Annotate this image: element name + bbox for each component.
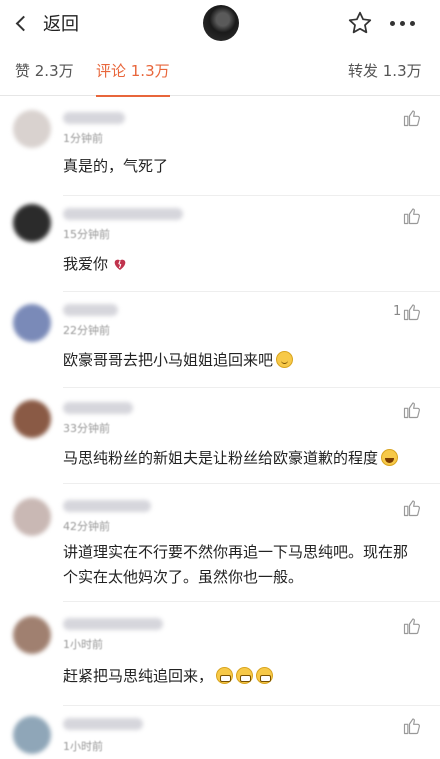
thumbs-up-icon[interactable] [402, 498, 422, 518]
comment-item: 1小时前 [0, 706, 440, 759]
username-blurred[interactable] [63, 208, 183, 220]
username-blurred[interactable] [63, 402, 133, 414]
username-blurred[interactable] [63, 500, 151, 512]
star-icon[interactable] [347, 10, 373, 36]
avatar[interactable] [13, 498, 51, 536]
avatar[interactable] [13, 616, 51, 654]
tab-likes[interactable]: 赞 2.3万 [15, 60, 74, 81]
thumbs-up-icon[interactable] [402, 616, 422, 636]
thumbs-up-icon[interactable] [402, 108, 422, 128]
comment-item: 1分钟前 真是的，气死了 [0, 100, 440, 196]
comment-text: 讲道理实在不行要不然你再追一下马思纯吧。现在那个实在太他妈次了。虽然你也一般。 [63, 543, 409, 586]
comment-item: 1小时前 赶紧把马思纯追回来， [0, 602, 440, 706]
comment-text: 欧豪哥哥去把小马姐姐追回来吧 [63, 348, 418, 373]
back-button[interactable]: 返回 [14, 8, 79, 38]
avatar[interactable] [13, 400, 51, 438]
thumbs-up-icon[interactable] [402, 206, 422, 226]
avatar[interactable] [13, 716, 51, 754]
comment-time: 33分钟前 [63, 422, 110, 435]
thumbs-up-icon[interactable] [402, 400, 422, 420]
more-options-icon[interactable] [390, 10, 415, 36]
comment-item: 42分钟前 讲道理实在不行要不然你再追一下马思纯吧。现在那个实在太他妈次了。虽然… [0, 484, 440, 602]
avatar[interactable] [13, 204, 51, 242]
username-blurred[interactable] [63, 718, 143, 730]
comment-time: 42分钟前 [63, 520, 110, 533]
comment-item: 33分钟前 马思纯粉丝的新姐夫是让粉丝给欧豪道歉的程度 [0, 388, 440, 484]
avatar[interactable] [13, 304, 51, 342]
avatar[interactable] [13, 110, 51, 148]
grin-icon [256, 667, 274, 684]
comment-text: 真是的，气死了 [63, 157, 169, 175]
username-blurred[interactable] [63, 618, 163, 630]
comment-time: 15分钟前 [63, 228, 110, 241]
broken-heart-icon [114, 259, 126, 270]
comment-text: 马思纯粉丝的新姐夫是让粉丝给欧豪道歉的程度 [63, 446, 418, 471]
chevron-left-icon [15, 15, 32, 31]
laugh-icon [381, 449, 399, 466]
comment-time: 1小时前 [63, 638, 103, 651]
comment-time: 1小时前 [63, 740, 103, 753]
top-bar: 返回 [0, 0, 440, 46]
username-blurred[interactable] [63, 304, 118, 316]
grin-icon [236, 667, 254, 684]
like-count: 1 [393, 304, 402, 319]
thumbs-up-icon[interactable] [402, 716, 422, 736]
back-label: 返回 [43, 14, 79, 35]
grin-icon [216, 667, 234, 684]
comment-item: 15分钟前 我爱你 [0, 196, 440, 292]
username-blurred[interactable] [63, 112, 125, 124]
comment-text: 我爱你 [63, 252, 418, 277]
comment-text: 赶紧把马思纯追回来， [63, 664, 418, 689]
tab-comments[interactable]: 评论 1.3万 [96, 60, 170, 97]
tab-reposts[interactable]: 转发 1.3万 [348, 60, 422, 81]
author-avatar[interactable] [203, 5, 239, 41]
thumbs-up-icon[interactable] [402, 302, 422, 322]
tab-bar: 赞 2.3万 评论 1.3万 转发 1.3万 [0, 46, 440, 97]
comment-item: 22分钟前 欧豪哥哥去把小马姐姐追回来吧 1 [0, 292, 440, 388]
comment-time: 1分钟前 [63, 132, 103, 145]
smile-icon [276, 351, 294, 368]
comment-time: 22分钟前 [63, 324, 110, 337]
